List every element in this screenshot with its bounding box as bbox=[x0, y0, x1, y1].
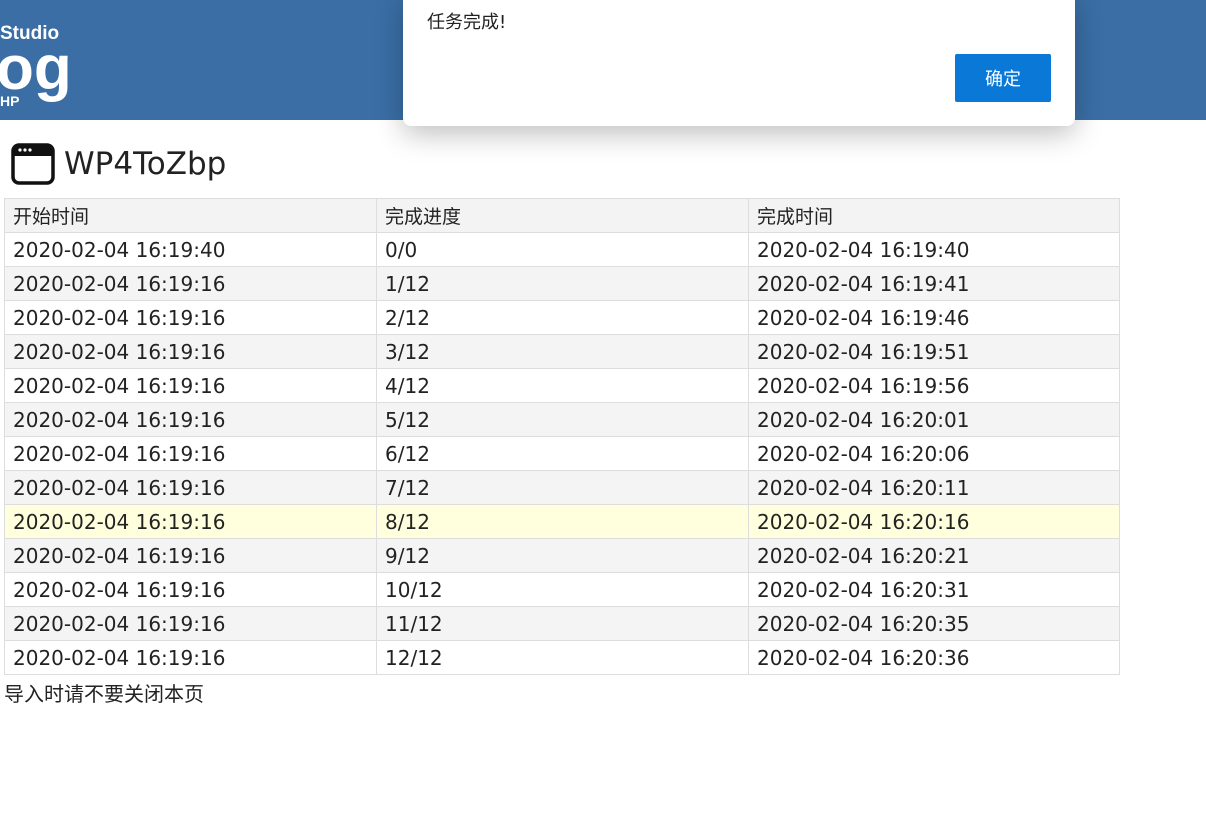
cell-start-time: 2020-02-04 16:19:16 bbox=[4, 504, 377, 539]
cell-progress: 11/12 bbox=[376, 606, 749, 641]
cell-progress: 3/12 bbox=[376, 334, 749, 369]
cell-start-time: 2020-02-04 16:19:40 bbox=[4, 232, 377, 267]
cell-finish-time: 2020-02-04 16:19:41 bbox=[748, 266, 1120, 301]
cell-finish-time: 2020-02-04 16:20:35 bbox=[748, 606, 1120, 641]
cell-start-time: 2020-02-04 16:19:16 bbox=[4, 640, 377, 675]
cell-start-time: 2020-02-04 16:19:16 bbox=[4, 436, 377, 471]
column-header-progress: 完成进度 bbox=[376, 198, 749, 233]
cell-progress: 5/12 bbox=[376, 402, 749, 437]
cell-start-time: 2020-02-04 16:19:16 bbox=[4, 470, 377, 505]
table-row: 2020-02-04 16:19:16 12/12 2020-02-04 16:20… bbox=[4, 640, 1120, 675]
cell-finish-time: 2020-02-04 16:20:01 bbox=[748, 402, 1120, 437]
table-row: 2020-02-04 16:19:16 5/12 2020-02-04 16:20:… bbox=[4, 402, 1120, 437]
cell-progress: 9/12 bbox=[376, 538, 749, 573]
progress-table: 开始时间 完成进度 完成时间 2020-02-04 16:19:40 0/0 202… bbox=[4, 198, 1120, 675]
cell-start-time: 2020-02-04 16:19:16 bbox=[4, 300, 377, 335]
page-title-row: WP4ToZbp bbox=[10, 140, 226, 188]
table-row: 2020-02-04 16:19:16 6/12 2020-02-04 16:20:… bbox=[4, 436, 1120, 471]
cell-start-time: 2020-02-04 16:19:16 bbox=[4, 572, 377, 607]
table-row: 2020-02-04 16:19:16 10/12 2020-02-04 16:20… bbox=[4, 572, 1120, 607]
table-row: 2020-02-04 16:19:16 8/12 2020-02-04 16:20:… bbox=[4, 504, 1120, 539]
cell-finish-time: 2020-02-04 16:20:36 bbox=[748, 640, 1120, 675]
cell-progress: 12/12 bbox=[376, 640, 749, 675]
cell-start-time: 2020-02-04 16:19:16 bbox=[4, 538, 377, 573]
cell-finish-time: 2020-02-04 16:19:40 bbox=[748, 232, 1120, 267]
cell-progress: 2/12 bbox=[376, 300, 749, 335]
cell-progress: 0/0 bbox=[376, 232, 749, 267]
cell-finish-time: 2020-02-04 16:20:31 bbox=[748, 572, 1120, 607]
logo-big-text: og bbox=[0, 34, 72, 103]
do-not-close-note: 导入时请不要关闭本页 bbox=[4, 682, 204, 706]
cell-progress: 10/12 bbox=[376, 572, 749, 607]
ok-button[interactable]: 确定 bbox=[955, 54, 1051, 102]
cell-start-time: 2020-02-04 16:19:16 bbox=[4, 606, 377, 641]
column-header-start-time: 开始时间 bbox=[4, 198, 377, 233]
table-row: 2020-02-04 16:19:16 3/12 2020-02-04 16:19:… bbox=[4, 334, 1120, 369]
table-row: 2020-02-04 16:19:40 0/0 2020-02-04 16:19:4… bbox=[4, 232, 1120, 267]
table-row: 2020-02-04 16:19:16 7/12 2020-02-04 16:20:… bbox=[4, 470, 1120, 505]
cell-finish-time: 2020-02-04 16:19:46 bbox=[748, 300, 1120, 335]
cell-progress: 6/12 bbox=[376, 436, 749, 471]
cell-finish-time: 2020-02-04 16:20:11 bbox=[748, 470, 1120, 505]
table-row: 2020-02-04 16:19:16 9/12 2020-02-04 16:20:… bbox=[4, 538, 1120, 573]
logo-php-text: HP bbox=[0, 93, 20, 109]
cell-start-time: 2020-02-04 16:19:16 bbox=[4, 368, 377, 403]
cell-start-time: 2020-02-04 16:19:16 bbox=[4, 266, 377, 301]
table-body: 2020-02-04 16:19:40 0/0 2020-02-04 16:19:4… bbox=[4, 232, 1120, 675]
column-header-finish-time: 完成时间 bbox=[748, 198, 1120, 233]
table-header-row: 开始时间 完成进度 完成时间 bbox=[4, 198, 1120, 233]
cell-finish-time: 2020-02-04 16:19:51 bbox=[748, 334, 1120, 369]
cell-start-time: 2020-02-04 16:19:16 bbox=[4, 402, 377, 437]
dialog-message: 任务完成! bbox=[427, 12, 507, 33]
cell-progress: 7/12 bbox=[376, 470, 749, 505]
page-title: WP4ToZbp bbox=[64, 146, 227, 182]
cell-progress: 8/12 bbox=[376, 504, 749, 539]
cell-finish-time: 2020-02-04 16:20:06 bbox=[748, 436, 1120, 471]
table-row: 2020-02-04 16:19:16 11/12 2020-02-04 16:20… bbox=[4, 606, 1120, 641]
cell-start-time: 2020-02-04 16:19:16 bbox=[4, 334, 377, 369]
alert-dialog: 任务完成! 确定 bbox=[403, 0, 1075, 126]
cell-progress: 1/12 bbox=[376, 266, 749, 301]
table-row: 2020-02-04 16:19:16 1/12 2020-02-04 16:19:… bbox=[4, 266, 1120, 301]
cell-finish-time: 2020-02-04 16:20:16 bbox=[748, 504, 1120, 539]
window-icon bbox=[10, 141, 56, 187]
cell-finish-time: 2020-02-04 16:20:21 bbox=[748, 538, 1120, 573]
cell-progress: 4/12 bbox=[376, 368, 749, 403]
cell-finish-time: 2020-02-04 16:19:56 bbox=[748, 368, 1120, 403]
table-row: 2020-02-04 16:19:16 2/12 2020-02-04 16:19:… bbox=[4, 300, 1120, 335]
table-row: 2020-02-04 16:19:16 4/12 2020-02-04 16:19:… bbox=[4, 368, 1120, 403]
